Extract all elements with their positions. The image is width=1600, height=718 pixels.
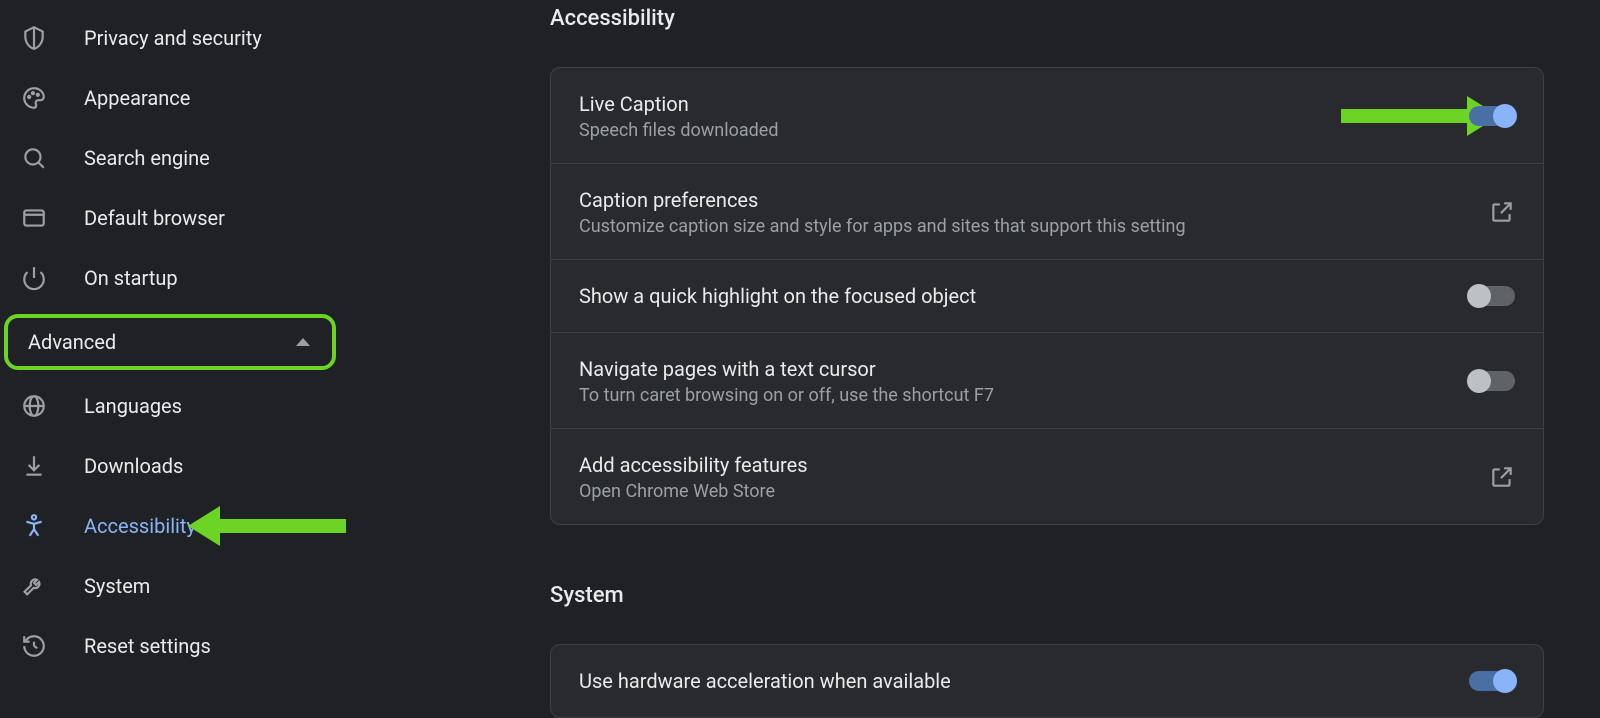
sidebar-item-appearance[interactable]: Appearance <box>0 68 340 128</box>
sidebar-item-label: Reset settings <box>84 634 211 658</box>
browser-icon <box>20 204 48 232</box>
sidebar-item-label: On startup <box>84 266 178 290</box>
download-icon <box>20 452 48 480</box>
globe-icon <box>20 392 48 420</box>
open-external-icon <box>1489 464 1515 490</box>
sidebar-item-languages[interactable]: Languages <box>0 376 340 436</box>
sidebar-item-label: Appearance <box>84 86 190 110</box>
sidebar-item-search[interactable]: Search engine <box>0 128 340 188</box>
setting-subtitle: Open Chrome Web Store <box>579 481 808 502</box>
setting-title: Use hardware acceleration when available <box>579 667 951 695</box>
setting-title: Add accessibility features <box>579 451 808 479</box>
setting-row-live-caption[interactable]: Live Caption Speech files downloaded <box>551 68 1543 163</box>
setting-row-caret-browsing[interactable]: Navigate pages with a text cursor To tur… <box>551 332 1543 428</box>
sidebar-advanced-toggle[interactable]: Advanced <box>4 314 336 370</box>
annotation-arrow <box>1341 109 1471 123</box>
wrench-icon <box>20 572 48 600</box>
sidebar-item-startup[interactable]: On startup <box>0 248 340 308</box>
search-icon <box>20 144 48 172</box>
setting-row-caption-preferences[interactable]: Caption preferences Customize caption si… <box>551 163 1543 259</box>
section-heading-system: System <box>550 583 1544 608</box>
accessibility-icon <box>20 512 48 540</box>
shield-icon <box>20 24 48 52</box>
section-heading-accessibility: Accessibility <box>550 6 1544 31</box>
sidebar-item-reset[interactable]: Reset settings <box>0 616 340 676</box>
setting-subtitle: Customize caption size and style for app… <box>579 216 1186 237</box>
open-external-icon <box>1489 199 1515 225</box>
setting-title: Live Caption <box>579 90 779 118</box>
setting-subtitle: To turn caret browsing on or off, use th… <box>579 385 994 406</box>
chevron-up-icon <box>296 338 310 346</box>
sidebar-item-label: Downloads <box>84 454 183 478</box>
setting-title: Caption preferences <box>579 186 1186 214</box>
caret-browsing-toggle[interactable] <box>1469 371 1515 391</box>
setting-subtitle: Speech files downloaded <box>579 120 779 141</box>
restore-icon <box>20 632 48 660</box>
sidebar-item-privacy[interactable]: Privacy and security <box>0 8 340 68</box>
sidebar-item-default-browser[interactable]: Default browser <box>0 188 340 248</box>
accessibility-card: Live Caption Speech files downloaded Cap… <box>550 67 1544 525</box>
quick-highlight-toggle[interactable] <box>1469 286 1515 306</box>
sidebar-item-system[interactable]: System <box>0 556 340 616</box>
setting-row-hw-accel[interactable]: Use hardware acceleration when available <box>551 645 1543 717</box>
annotation-arrow <box>216 519 346 533</box>
sidebar-item-label: Search engine <box>84 146 210 170</box>
sidebar-item-label: Accessibility <box>84 514 196 538</box>
sidebar-item-label: Privacy and security <box>84 26 262 50</box>
sidebar-item-label: Default browser <box>84 206 225 230</box>
sidebar-item-label: Languages <box>84 394 182 418</box>
settings-main: Accessibility Live Caption Speech files … <box>340 0 1600 688</box>
palette-icon <box>20 84 48 112</box>
power-icon <box>20 264 48 292</box>
setting-title: Navigate pages with a text cursor <box>579 355 994 383</box>
sidebar-item-label: System <box>84 574 150 598</box>
sidebar-item-accessibility[interactable]: Accessibility <box>0 496 340 556</box>
hw-accel-toggle[interactable] <box>1469 671 1515 691</box>
settings-sidebar: Privacy and security Appearance Search e… <box>0 0 340 688</box>
system-card: Use hardware acceleration when available <box>550 644 1544 718</box>
setting-row-quick-highlight[interactable]: Show a quick highlight on the focused ob… <box>551 259 1543 332</box>
setting-row-add-features[interactable]: Add accessibility features Open Chrome W… <box>551 428 1543 524</box>
live-caption-toggle[interactable] <box>1469 106 1515 126</box>
sidebar-item-downloads[interactable]: Downloads <box>0 436 340 496</box>
sidebar-advanced-label: Advanced <box>28 330 116 354</box>
setting-title: Show a quick highlight on the focused ob… <box>579 282 976 310</box>
